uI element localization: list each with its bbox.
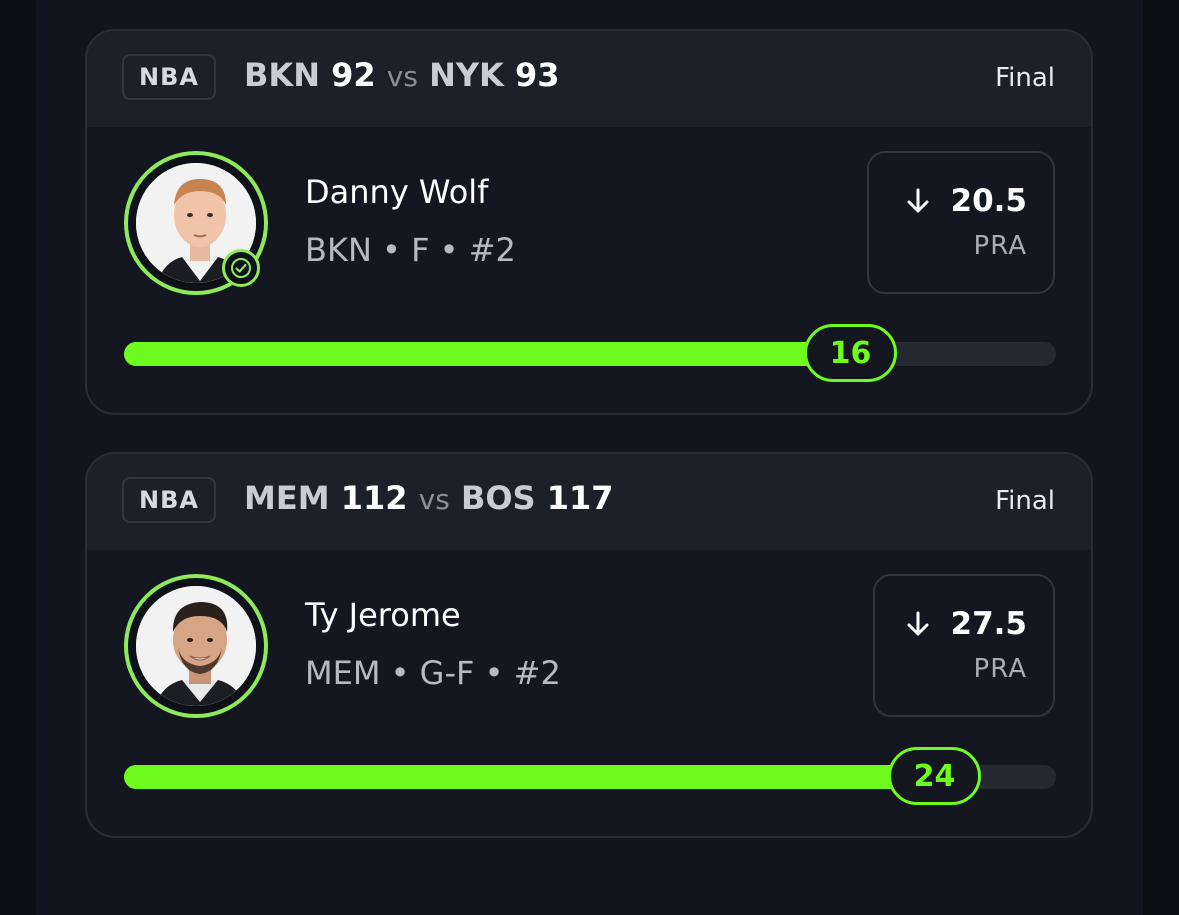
vs-label: vs [418, 483, 450, 516]
vs-label: vs [386, 60, 418, 93]
league-badge: NBA [122, 54, 216, 100]
game-matchup: BKN 92 vs NYK 93 [244, 56, 560, 94]
right-gutter [1143, 0, 1179, 915]
left-gutter [0, 0, 36, 915]
game-header: NBA BKN 92 vs NYK 93 Final [87, 31, 1091, 127]
progress-fill [124, 342, 851, 366]
player-name: Ty Jerome [305, 596, 461, 634]
home-team: MEM [244, 479, 330, 517]
progress-fill [124, 765, 935, 789]
player-avatar [124, 574, 268, 718]
line-box[interactable]: 20.5 PRA [867, 151, 1055, 294]
progress-track [124, 342, 1056, 366]
arrow-down-icon [907, 611, 928, 636]
game-header: NBA MEM 112 vs BOS 117 Final [87, 454, 1091, 550]
actual-value-pill: 16 [804, 324, 897, 382]
league-badge: NBA [122, 477, 216, 523]
game-status: Final [995, 63, 1055, 93]
player-name: Danny Wolf [305, 173, 489, 211]
pick-card[interactable]: NBA BKN 92 vs NYK 93 Final Danny Wolf BK… [85, 29, 1093, 415]
pick-card[interactable]: NBA MEM 112 vs BOS 117 Final Ty Jerome M… [85, 452, 1093, 838]
home-score: 92 [331, 56, 376, 94]
away-score: 117 [546, 479, 614, 517]
game-matchup: MEM 112 vs BOS 117 [244, 479, 614, 517]
line-value: 27.5 [950, 606, 1028, 642]
stat-type: PRA [973, 231, 1027, 261]
player-meta: BKN • F • #2 [305, 231, 516, 269]
player-meta: MEM • G-F • #2 [305, 654, 561, 692]
actual-value-pill: 24 [888, 747, 981, 805]
home-score: 112 [340, 479, 408, 517]
line-value: 20.5 [950, 183, 1028, 219]
game-status: Final [995, 486, 1055, 516]
arrow-down-icon [907, 188, 928, 213]
away-team: NYK [429, 56, 504, 94]
player-photo [136, 586, 256, 706]
home-team: BKN [244, 56, 320, 94]
away-score: 93 [514, 56, 560, 94]
line-box[interactable]: 27.5 PRA [873, 574, 1055, 717]
verified-check-icon [222, 249, 260, 287]
away-team: BOS [460, 479, 536, 517]
stat-type: PRA [973, 654, 1027, 684]
